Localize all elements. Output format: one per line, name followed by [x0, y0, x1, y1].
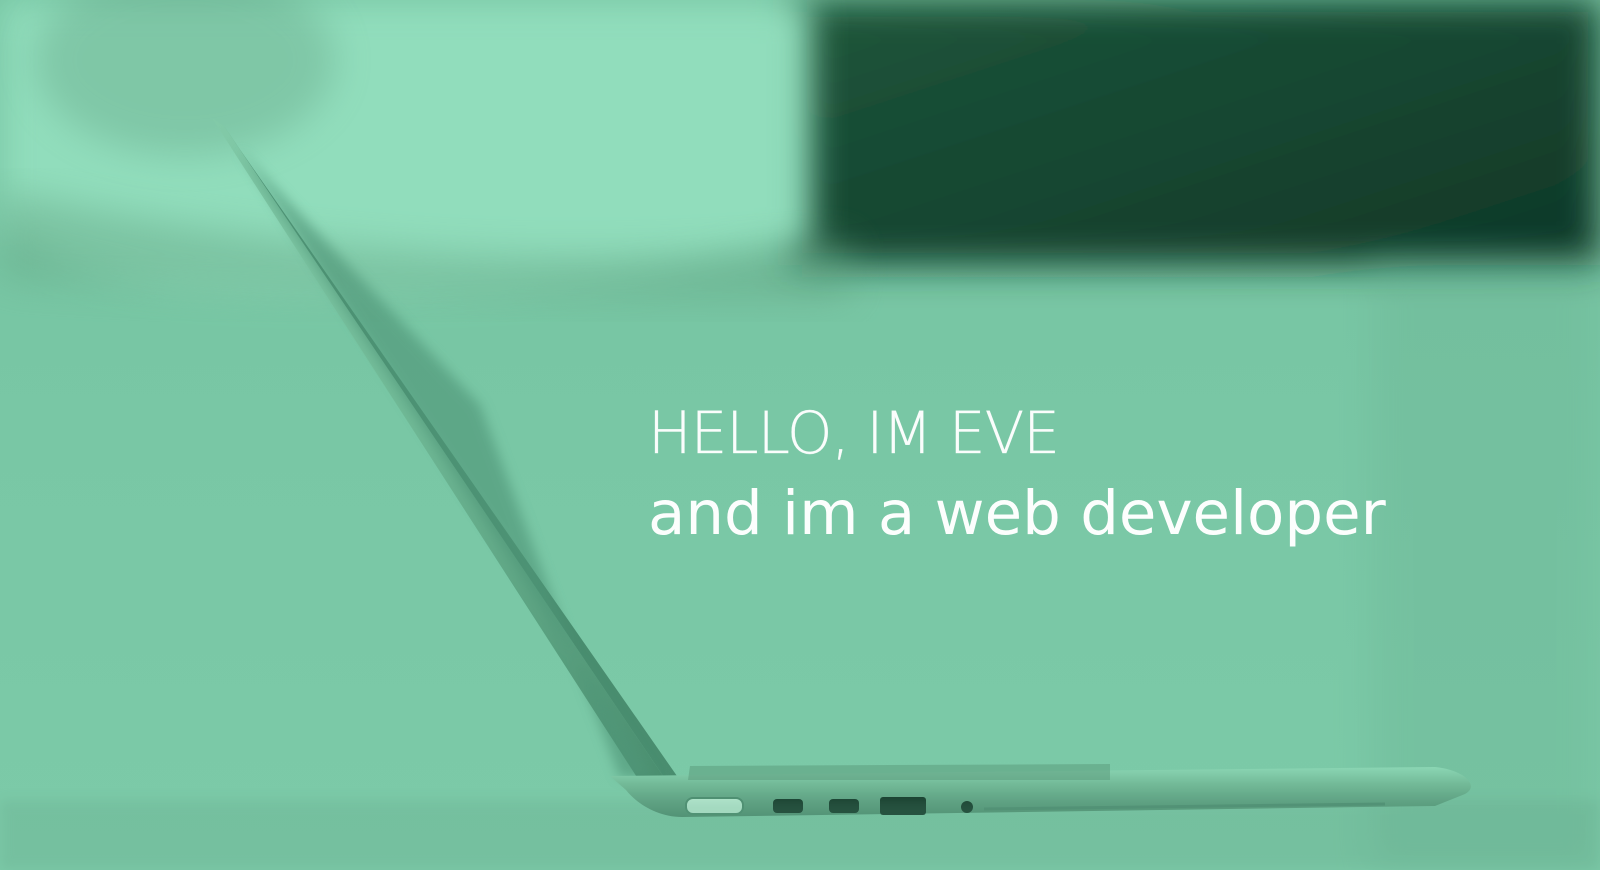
- hero-headline: HELLO, IM EVE: [648, 399, 1060, 467]
- dark-background-wall: [790, 0, 1600, 265]
- hero-section: HELLO, IM EVE and im a web developer: [0, 0, 1600, 870]
- hero-text-block: HELLO, IM EVE and im a web developer: [648, 395, 1498, 551]
- laptop-keyboard-shadow: [688, 764, 1110, 780]
- desk-front-shadow: [0, 800, 1600, 870]
- hero-subheadline: and im a web developer: [648, 478, 1386, 549]
